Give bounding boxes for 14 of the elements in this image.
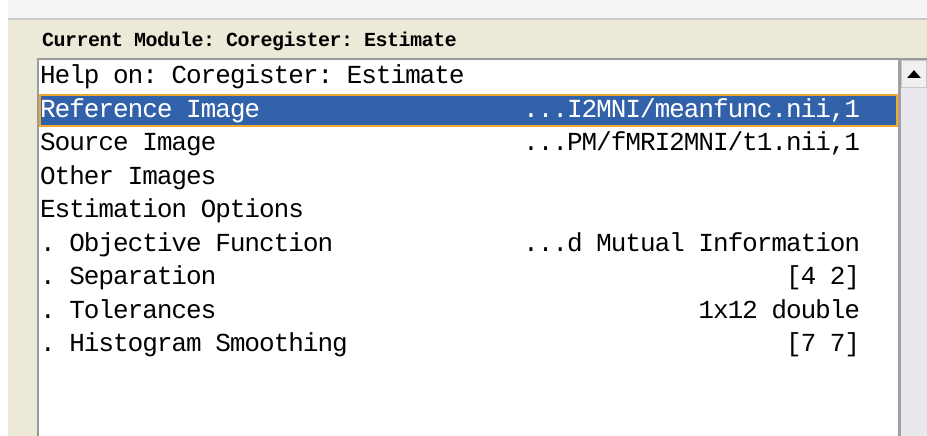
list-box[interactable] xyxy=(39,60,901,436)
list-item[interactable]: Other Images xyxy=(39,160,898,194)
up-arrow-icon xyxy=(907,70,921,78)
list-item[interactable]: . Histogram Smoothing [7 7] xyxy=(39,328,898,362)
list-item[interactable]: . Objective Function ...d Mutual Information xyxy=(39,228,898,261)
list-item[interactable]: . Tolerances 1x12 double xyxy=(39,294,898,328)
list-item[interactable]: Reference Image ...I2MNI/meanfunc.nii,1 xyxy=(39,94,898,127)
module-title: Current Module: Coregister: Estimate xyxy=(41,29,458,55)
list-item[interactable]: Estimation Options xyxy=(39,194,898,228)
scroll-bar[interactable] xyxy=(901,60,927,436)
list-item[interactable]: . Separation [4 2] xyxy=(39,261,898,294)
scroll-up-button[interactable] xyxy=(901,60,927,88)
list-item[interactable]: Source Image ...PM/fMRI2MNI/t1.nii,1 xyxy=(39,127,898,160)
list-item[interactable]: Help on: Coregister: Estimate xyxy=(39,60,898,94)
